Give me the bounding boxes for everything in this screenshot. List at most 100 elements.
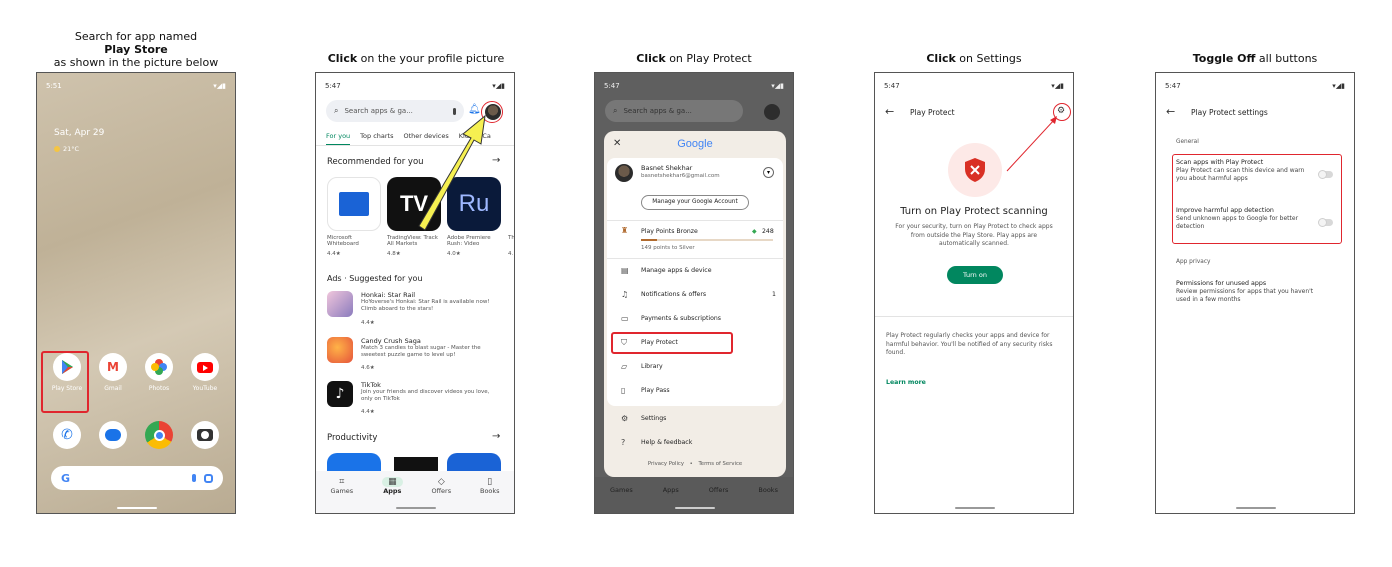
step1-caption: Search for app named Play Store as shown… <box>36 30 236 69</box>
diamond-icon: ◆ <box>752 228 757 235</box>
menu-play-pass[interactable]: ▯ Play Pass <box>607 386 783 400</box>
pinwheel-icon <box>151 359 167 375</box>
suggested-title: Ads · Suggested for you <box>327 274 423 283</box>
terms-link[interactable]: Terms of Service <box>698 461 742 467</box>
status-bar: 5:47 ▾◢▮ <box>875 73 1073 95</box>
general-header: General <box>1176 139 1199 145</box>
step3-caption: Click on Play Protect <box>594 52 794 65</box>
turn-on-button[interactable]: Turn on <box>947 266 1003 284</box>
shield-illustration <box>948 143 1002 197</box>
nav-books-label: Books <box>758 486 778 494</box>
step3-rest: on Play Protect <box>665 52 752 65</box>
home-search-bar[interactable]: G <box>51 466 223 490</box>
menu-help[interactable]: ? Help & feedback <box>607 438 786 452</box>
sun-icon <box>54 146 60 152</box>
app-label-gmail: Gmail <box>104 385 122 392</box>
menu-payments[interactable]: ▭ Payments & subscriptions <box>607 314 783 328</box>
screen-play-store: 5:47 ▾◢▮ ⌕ Search apps & ga... 🔔︎ For yo… <box>315 72 515 514</box>
google-logo: G <box>61 471 71 485</box>
menu-library[interactable]: ▱ Library <box>607 362 783 376</box>
app-name-candy: Candy Crush Saga <box>361 337 421 345</box>
page-title: Play Protect settings <box>1191 108 1268 117</box>
arrow-right-icon[interactable]: → <box>492 431 500 442</box>
account-avatar <box>615 164 633 182</box>
gesture-bar <box>117 507 157 509</box>
status-icons: ▾◢▮ <box>492 82 505 90</box>
arrow-right-icon[interactable]: → <box>492 155 500 166</box>
screen-protect-settings: 5:47 ▾◢▮ ← Play Protect settings General… <box>1155 72 1355 514</box>
messages-icon[interactable] <box>99 421 127 449</box>
tab-for-you[interactable]: For you <box>326 132 351 145</box>
youtube-icon[interactable] <box>191 353 219 381</box>
nav-games[interactable]: ⌗ Games <box>330 477 354 513</box>
app-name-premiere-rush: Adobe Premiere Rush: Video <box>447 235 491 247</box>
option-scan-apps[interactable]: Scan apps with Play Protect Play Protect… <box>1176 159 1338 191</box>
privacy-policy-link[interactable]: Privacy Policy <box>648 461 684 467</box>
protect-body: For your security, turn on Play Protect … <box>895 223 1053 247</box>
divider <box>607 220 783 221</box>
permissions-desc: Review permissions for apps that you hav… <box>1176 288 1314 303</box>
divider <box>875 316 1073 317</box>
phone-app-icon[interactable]: ✆ <box>53 421 81 449</box>
back-arrow-icon[interactable]: ← <box>885 105 894 118</box>
nav-books[interactable]: ▯ Books <box>479 477 500 513</box>
app-desc-tiktok: Join your friends and discover videos yo… <box>361 389 490 402</box>
mic-icon[interactable] <box>192 474 196 482</box>
points-title: Play Points Bronze <box>641 228 698 235</box>
step4-rest: on Settings <box>955 52 1022 65</box>
lens-icon[interactable] <box>204 473 213 483</box>
option-improve-detection[interactable]: Improve harmful app detection Send unkno… <box>1176 207 1338 239</box>
suggested-item-candy[interactable]: Candy Crush Saga Match 3 candies to blas… <box>327 335 507 375</box>
nav-games-label: Games <box>330 487 354 495</box>
menu-manage-apps[interactable]: ▤ Manage apps & device <box>607 266 783 280</box>
gesture-bar <box>955 507 995 509</box>
productivity-card-1[interactable] <box>327 453 381 473</box>
sheet-footer: Privacy Policy • Terms of Service <box>604 461 786 467</box>
apps-grid-icon: ▦ <box>382 477 403 487</box>
menu-payments-label: Payments & subscriptions <box>641 315 722 322</box>
search-icon: ⌕ <box>613 106 618 115</box>
learn-more-link[interactable]: Learn more <box>886 379 926 386</box>
book-icon: ▯ <box>487 477 493 487</box>
divider <box>607 258 783 259</box>
pointer-line <box>1006 116 1057 172</box>
app-name-tradingview: TradingView: Track All Markets <box>387 235 438 247</box>
suggested-item-tiktok[interactable]: ♪ TikTok Join your friends and discover … <box>327 379 507 419</box>
app-card-whiteboard[interactable] <box>327 177 381 231</box>
improve-detection-toggle[interactable] <box>1318 218 1333 227</box>
nav-apps-label: Apps <box>662 486 679 494</box>
protect-info: Play Protect regularly checks your apps … <box>886 332 1053 356</box>
step4-caption: Click on Settings <box>874 52 1074 65</box>
app-name-partial: Th <box>508 235 515 241</box>
menu-settings[interactable]: ⚙ Settings <box>607 414 786 428</box>
app-name-honkai: Honkai: Star Rail <box>361 291 416 299</box>
menu-notifications[interactable]: ♫ Notifications & offers 1 <box>607 290 783 304</box>
app-rating-candy: 4.6★ <box>361 365 375 371</box>
shield-x-icon <box>965 158 985 182</box>
gmail-icon[interactable]: M <box>99 353 127 381</box>
profile-avatar-dim <box>764 104 780 120</box>
suggested-item-honkai[interactable]: Honkai: Star Rail HoYoverse's Honkai: St… <box>327 291 507 331</box>
manage-account-button[interactable]: Manage your Google Account <box>641 195 749 210</box>
nav-books-label: Books <box>479 487 500 495</box>
back-arrow-icon[interactable]: ← <box>1166 105 1175 118</box>
tab-top-charts[interactable]: Top charts <box>360 132 393 145</box>
search-icon: ⌕ <box>334 106 339 115</box>
productivity-card-3[interactable] <box>447 453 501 473</box>
account-dropdown-icon[interactable]: ▾ <box>763 167 774 178</box>
step5-caption: Toggle Off all buttons <box>1155 52 1355 65</box>
gear-icon: ⚙ <box>621 414 629 423</box>
option-improve-title: Improve harmful app detection <box>1176 207 1274 214</box>
chrome-icon[interactable] <box>145 421 173 449</box>
photos-icon[interactable] <box>145 353 173 381</box>
scan-apps-toggle[interactable] <box>1318 170 1333 179</box>
page-title: Play Protect <box>910 108 955 117</box>
status-time: 5:47 <box>325 82 341 90</box>
step1-line3: as shown in the picture below <box>53 56 219 69</box>
step4-bold: Click <box>926 52 956 65</box>
tag-icon: ◇ <box>437 477 445 487</box>
camera-icon[interactable] <box>191 421 219 449</box>
menu-help-label: Help & feedback <box>641 439 693 446</box>
ticket-icon: ▯ <box>621 386 626 395</box>
option-permissions[interactable]: Permissions for unused apps Review permi… <box>1176 280 1336 304</box>
